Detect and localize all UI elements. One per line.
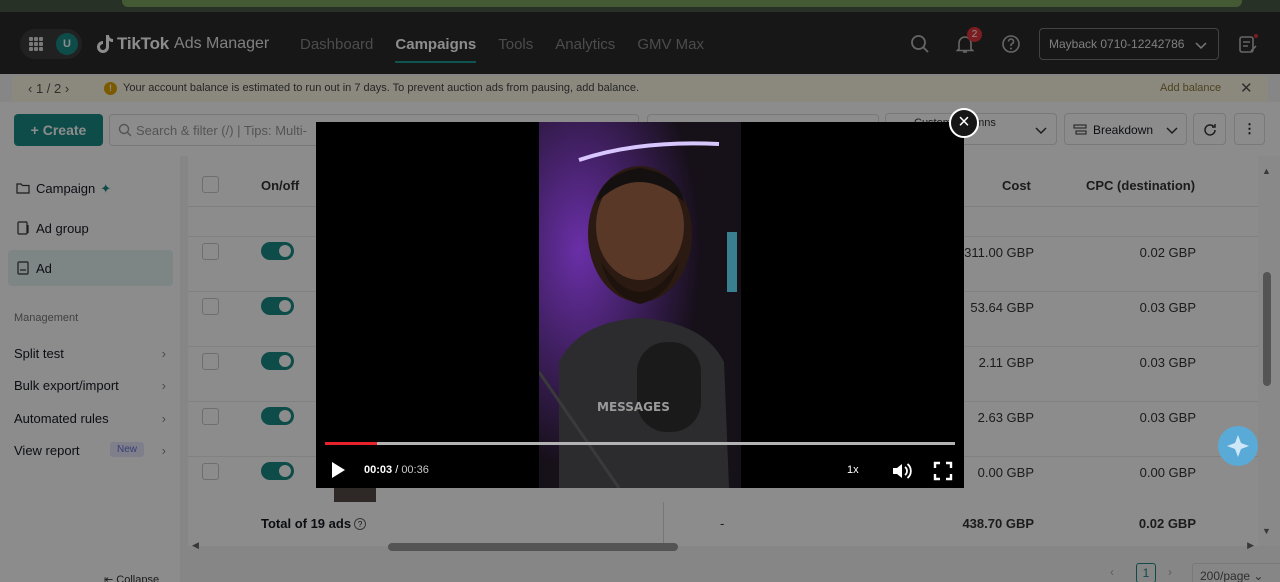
- video-preview-modal: MESSAGES 00:03 / 00:36 1x: [316, 122, 964, 488]
- video-progress-bar[interactable]: [325, 442, 955, 445]
- video-time: 00:03 / 00:36: [364, 464, 429, 476]
- video-progress-fill: [325, 442, 378, 445]
- video-caption: MESSAGES: [597, 400, 670, 414]
- ai-assistant-button[interactable]: [1218, 426, 1258, 466]
- volume-icon[interactable]: [891, 461, 913, 481]
- play-icon[interactable]: [330, 460, 346, 480]
- sparkle-icon: [1227, 435, 1249, 457]
- playback-speed-button[interactable]: 1x: [847, 464, 859, 476]
- video-frame[interactable]: MESSAGES: [539, 122, 741, 488]
- current-time: 00:03: [364, 464, 393, 476]
- fullscreen-icon[interactable]: [933, 461, 953, 481]
- duration: 00:36: [401, 464, 429, 476]
- close-modal-button[interactable]: ×: [949, 108, 979, 138]
- video-still: MESSAGES: [539, 122, 741, 488]
